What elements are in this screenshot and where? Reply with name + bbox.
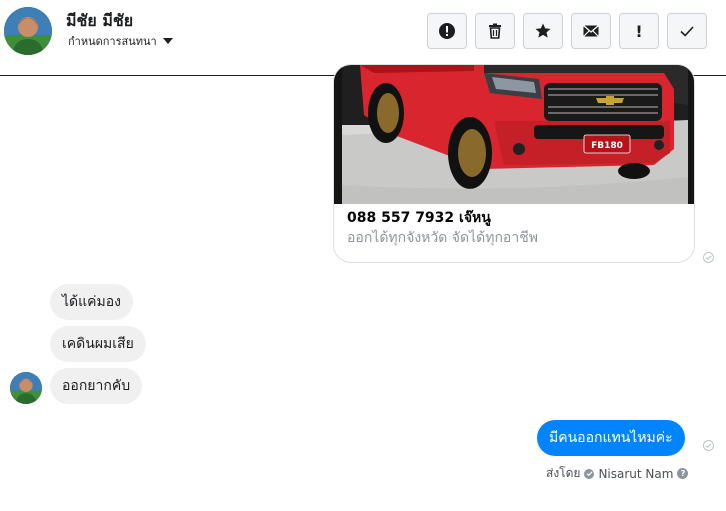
- report-button[interactable]: [427, 13, 467, 49]
- sent-by-info: ส่งโดย Nisarut Nam ?: [546, 464, 689, 483]
- done-button[interactable]: [667, 13, 707, 49]
- license-plate-text: FB180: [591, 141, 623, 151]
- conversation-settings-label: กำหนดการสนทนา: [68, 35, 157, 48]
- delete-button[interactable]: [475, 13, 515, 49]
- sender-avatar[interactable]: [10, 372, 42, 404]
- incoming-message[interactable]: เคดินผมเสีย: [50, 326, 146, 362]
- star-button[interactable]: [523, 13, 563, 49]
- help-icon[interactable]: ?: [677, 468, 689, 479]
- incoming-message[interactable]: ได้แค่มอง: [50, 284, 133, 320]
- mark-unread-button[interactable]: [571, 13, 611, 49]
- caret-down-icon: [162, 38, 173, 44]
- delivered-check-icon: [703, 440, 714, 451]
- envelope-icon: [583, 25, 599, 37]
- trash-icon: [489, 23, 501, 39]
- spam-button[interactable]: !: [619, 13, 659, 49]
- star-icon: [535, 23, 551, 38]
- incoming-message[interactable]: ออกยากคับ: [50, 368, 143, 404]
- checkmark-icon: [680, 26, 694, 37]
- card-title: 088 557 7932 เจ๊หนู: [347, 210, 491, 226]
- conversation-settings-dropdown[interactable]: กำหนดการสนทนา: [68, 32, 173, 50]
- exclamation-icon: !: [635, 21, 643, 41]
- outgoing-message[interactable]: มีคนออกแทนไหมค่ะ: [537, 420, 685, 456]
- sent-by-label: ส่งโดย: [546, 466, 581, 480]
- car-photo[interactable]: FB180: [334, 65, 694, 204]
- attachment-card[interactable]: FB180 088 557 7932 เจ๊หนู ออกได้ทุกจังหว…: [333, 64, 695, 263]
- contact-avatar[interactable]: [4, 7, 52, 55]
- sender-name[interactable]: Nisarut Nam: [598, 467, 673, 481]
- verified-check-icon: [584, 468, 595, 479]
- card-subtitle: ออกได้ทุกจังหวัด จัดได้ทุกอาชีพ: [347, 230, 538, 246]
- contact-name[interactable]: มีชัย มีชัย: [66, 9, 133, 34]
- alert-circle-icon: [439, 23, 455, 39]
- delivered-check-icon: [703, 252, 714, 263]
- header-actions: !: [427, 13, 707, 49]
